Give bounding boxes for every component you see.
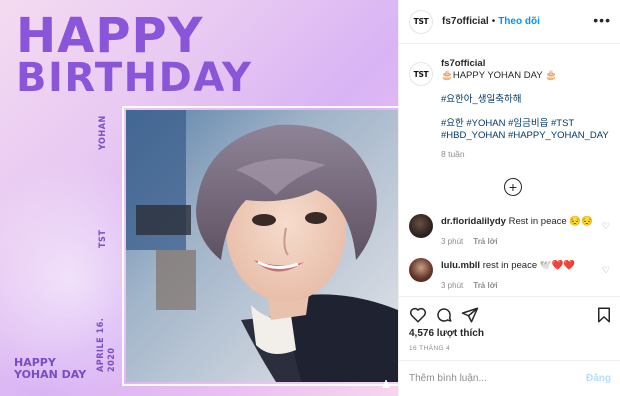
portrait-illustration <box>126 110 398 382</box>
comment-like-icon[interactable]: ♡ <box>602 221 610 232</box>
corner-caption: HAPPY YOHAN DAY <box>14 357 86 381</box>
comment-body: dr.floridalilydy Rest in peace 😔😔 3 phút… <box>441 214 614 248</box>
caption-timestamp[interactable]: 8 tuần <box>441 148 614 160</box>
post-info-panel: TST fs7official • Theo dõi ••• TST fs7of… <box>398 0 620 396</box>
likes-count[interactable]: 4,576 lượt thích <box>409 328 484 339</box>
comment-item: dr.floridalilydy Rest in peace 😔😔 3 phút… <box>409 214 614 248</box>
caption-line-1: 🎂HAPPY YOHAN DAY 🎂 <box>441 70 557 81</box>
post-comment-button[interactable]: Đăng <box>586 373 611 384</box>
corner-caption-line2: YOHAN DAY <box>14 368 87 381</box>
post-date[interactable]: 16 THÁNG 4 <box>409 345 450 352</box>
comment-time[interactable]: 3 phút <box>441 237 463 246</box>
account-avatar[interactable]: TST <box>409 9 433 34</box>
comment-input[interactable] <box>409 373 586 384</box>
commenter-username[interactable]: dr.floridalilydy <box>441 216 506 227</box>
caption-hashtags-2[interactable]: #요한 #YOHAN #임금비읍 #TST <box>441 118 614 130</box>
side-label-name: YOHAN <box>98 115 108 150</box>
heart-icon[interactable] <box>409 306 427 324</box>
side-label-group: TST <box>98 229 108 248</box>
headline-birthday: BIRTHDAY <box>16 55 253 101</box>
side-label-date: APRILE 16. 2020 <box>96 318 118 372</box>
comment-icon[interactable] <box>435 306 453 324</box>
tagged-person-icon[interactable]: ♟ <box>380 378 392 392</box>
comment-meta: 3 phút Trả lời <box>441 236 614 248</box>
commenter-avatar[interactable] <box>409 214 433 238</box>
comment-text: Rest in peace 😔😔 <box>508 216 593 227</box>
commenter-username[interactable]: lulu.mbll <box>441 260 480 271</box>
comment-item: lulu.mbll rest in peace 🕊️❤️❤️ 3 phút Trả… <box>409 258 614 292</box>
comment-time[interactable]: 3 phút <box>441 281 463 290</box>
post-header: TST fs7official • Theo dõi ••• <box>399 0 620 44</box>
load-more-comments-icon[interactable]: + <box>504 178 522 196</box>
headline-happy: HAPPY <box>16 8 204 64</box>
comment-composer: Đăng <box>399 360 620 396</box>
share-icon[interactable] <box>461 306 479 324</box>
caption-hashtags-3[interactable]: #HBD_YOHAN #HAPPY_YOHAN_DAY <box>441 130 614 142</box>
comment-like-icon[interactable]: ♡ <box>602 265 610 276</box>
post-image[interactable]: HAPPY BIRTHDAY YOHAN TST APRILE 16. 2020… <box>0 0 398 396</box>
caption-hashtags-1[interactable]: #요한아_생일축하해 <box>441 94 614 106</box>
reply-button[interactable]: Trả lời <box>473 281 497 290</box>
more-options-icon[interactable]: ••• <box>593 13 611 27</box>
reply-button[interactable]: Trả lời <box>473 237 497 246</box>
commenter-avatar[interactable] <box>409 258 433 282</box>
comment-body: lulu.mbll rest in peace 🕊️❤️❤️ 3 phút Trả… <box>441 258 614 292</box>
account-username[interactable]: fs7official <box>442 16 489 27</box>
caption-username[interactable]: fs7official <box>441 58 485 69</box>
header-separator: • <box>491 16 496 27</box>
caption: TST fs7official 🎂HAPPY YOHAN DAY 🎂 #요한아_… <box>409 58 614 160</box>
bookmark-icon[interactable] <box>595 306 613 324</box>
portrait-photo <box>126 110 398 382</box>
caption-text: fs7official 🎂HAPPY YOHAN DAY 🎂 #요한아_생일축하… <box>441 58 614 160</box>
side-date-line1: APRILE 16. <box>96 317 106 372</box>
caption-avatar[interactable]: TST <box>409 62 433 86</box>
comment-text: rest in peace 🕊️❤️❤️ <box>482 260 576 271</box>
side-date-line2: 2020 <box>107 347 117 372</box>
follow-button[interactable]: Theo dõi <box>498 16 540 27</box>
comment-meta: 3 phút Trả lời <box>441 280 614 292</box>
